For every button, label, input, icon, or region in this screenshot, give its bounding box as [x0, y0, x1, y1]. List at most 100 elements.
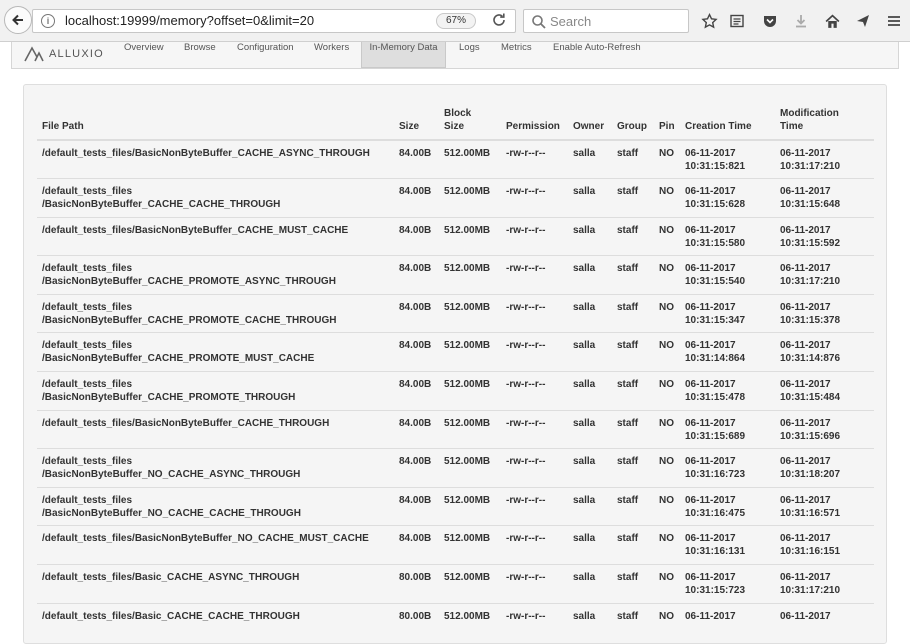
- search-bar[interactable]: Search: [523, 9, 689, 33]
- block-size-cell: 512.00MB: [439, 255, 501, 295]
- pin-cell: NO: [654, 293, 680, 333]
- size-cell: 80.00B: [394, 602, 439, 642]
- table-row: /default_tests_files/BasicNonByteBuffer_…: [37, 371, 874, 411]
- modification-time-cell: 06-11-2017 10:31:14:876: [775, 332, 874, 372]
- pin-cell: NO: [654, 448, 680, 488]
- creation-time-cell: 06-11-2017 10:31:15:478: [680, 371, 775, 411]
- nav-logs[interactable]: Logs: [459, 42, 480, 68]
- owner-cell: salla: [568, 178, 612, 218]
- header-pin: Pin: [654, 107, 680, 141]
- table-row: /default_tests_files/BasicNonByteBuffer_…: [37, 332, 874, 372]
- group-cell: staff: [612, 255, 654, 295]
- home-icon[interactable]: [822, 11, 842, 31]
- permission-cell: -rw-r--r--: [501, 448, 568, 488]
- header-size: Size: [394, 107, 439, 141]
- nav-in-memory-data[interactable]: In-Memory Data: [361, 42, 446, 68]
- permission-cell: -rw-r--r--: [501, 486, 568, 526]
- modification-time-cell: 06-11-2017 10:31:15:648: [775, 178, 874, 218]
- header-creation-time: Creation Time: [680, 107, 775, 141]
- size-cell: 84.00B: [394, 178, 439, 218]
- memory-data-panel: File Path Size Block Size Permission Owne…: [23, 84, 887, 644]
- pin-cell: NO: [654, 332, 680, 372]
- download-icon[interactable]: [791, 11, 811, 31]
- pin-cell: NO: [654, 139, 680, 179]
- file-path-cell: /default_tests_files/BasicNonByteBuffer_…: [37, 371, 394, 411]
- creation-time-cell: 06-11-2017: [680, 602, 775, 642]
- send-tab-icon[interactable]: [853, 11, 873, 31]
- pocket-icon[interactable]: [760, 11, 780, 31]
- pin-cell: NO: [654, 602, 680, 642]
- file-path-cell: /default_tests_files/Basic_CACHE_CACHE_T…: [37, 602, 394, 642]
- back-button[interactable]: [4, 6, 32, 34]
- block-size-cell: 512.00MB: [439, 448, 501, 488]
- owner-cell: salla: [568, 371, 612, 411]
- info-icon[interactable]: i: [41, 14, 55, 28]
- creation-time-cell: 06-11-2017 10:31:15:689: [680, 409, 775, 449]
- file-path-cell: /default_tests_files/BasicNonByteBuffer_…: [37, 216, 394, 256]
- creation-time-cell: 06-11-2017 10:31:15:347: [680, 293, 775, 333]
- block-size-cell: 512.00MB: [439, 139, 501, 179]
- file-path-cell: /default_tests_files/BasicNonByteBuffer_…: [37, 332, 394, 372]
- modification-time-cell: 06-11-2017 10:31:17:210: [775, 139, 874, 179]
- url-text: localhost:19999/memory?offset=0&limit=20: [65, 13, 315, 28]
- search-placeholder: Search: [550, 14, 592, 29]
- size-cell: 84.00B: [394, 486, 439, 526]
- permission-cell: -rw-r--r--: [501, 409, 568, 449]
- owner-cell: salla: [568, 602, 612, 642]
- reload-icon[interactable]: [489, 12, 509, 32]
- nav-metrics[interactable]: Metrics: [501, 42, 532, 68]
- bookmark-star-icon[interactable]: [699, 11, 719, 31]
- permission-cell: -rw-r--r--: [501, 216, 568, 256]
- block-size-cell: 512.00MB: [439, 216, 501, 256]
- app-navbar: ALLUXIO Overview Browse Configuration Wo…: [11, 42, 899, 69]
- table-header-row: File Path Size Block Size Permission Owne…: [37, 107, 874, 141]
- modification-time-cell: 06-11-2017: [775, 602, 874, 642]
- modification-time-cell: 06-11-2017 10:31:15:378: [775, 293, 874, 333]
- permission-cell: -rw-r--r--: [501, 293, 568, 333]
- size-cell: 80.00B: [394, 564, 439, 604]
- nav-enable-auto-refresh[interactable]: Enable Auto-Refresh: [553, 42, 641, 68]
- group-cell: staff: [612, 409, 654, 449]
- nav-configuration[interactable]: Configuration: [237, 42, 294, 68]
- file-path-cell: /default_tests_files/BasicNonByteBuffer_…: [37, 525, 394, 565]
- group-cell: staff: [612, 371, 654, 411]
- pin-cell: NO: [654, 525, 680, 565]
- alluxio-brand[interactable]: ALLUXIO: [24, 46, 104, 62]
- nav-overview[interactable]: Overview: [124, 42, 164, 68]
- size-cell: 84.00B: [394, 255, 439, 295]
- modification-time-cell: 06-11-2017 10:31:16:151: [775, 525, 874, 565]
- permission-cell: -rw-r--r--: [501, 602, 568, 642]
- group-cell: staff: [612, 564, 654, 604]
- size-cell: 84.00B: [394, 293, 439, 333]
- nav-browse[interactable]: Browse: [184, 42, 216, 68]
- nav-workers[interactable]: Workers: [314, 42, 349, 68]
- owner-cell: salla: [568, 332, 612, 372]
- block-size-cell: 512.00MB: [439, 371, 501, 411]
- zoom-badge[interactable]: 67%: [436, 13, 476, 29]
- table-row: /default_tests_files/Basic_CACHE_ASYNC_T…: [37, 564, 874, 604]
- block-size-cell: 512.00MB: [439, 178, 501, 218]
- group-cell: staff: [612, 293, 654, 333]
- block-size-cell: 512.00MB: [439, 602, 501, 642]
- pin-cell: NO: [654, 216, 680, 256]
- group-cell: staff: [612, 602, 654, 642]
- url-bar[interactable]: i localhost:19999/memory?offset=0&limit=…: [32, 9, 516, 33]
- file-path-cell: /default_tests_files/BasicNonByteBuffer_…: [37, 255, 394, 295]
- table-row: /default_tests_files/BasicNonByteBuffer_…: [37, 409, 874, 449]
- owner-cell: salla: [568, 448, 612, 488]
- block-size-cell: 512.00MB: [439, 486, 501, 526]
- permission-cell: -rw-r--r--: [501, 178, 568, 218]
- permission-cell: -rw-r--r--: [501, 255, 568, 295]
- file-path-cell: /default_tests_files/Basic_CACHE_ASYNC_T…: [37, 564, 394, 604]
- menu-icon[interactable]: [884, 11, 904, 31]
- group-cell: staff: [612, 178, 654, 218]
- in-memory-files-table: File Path Size Block Size Permission Owne…: [37, 107, 874, 642]
- reader-list-icon[interactable]: [727, 11, 747, 31]
- table-row: /default_tests_files/BasicNonByteBuffer_…: [37, 216, 874, 256]
- size-cell: 84.00B: [394, 448, 439, 488]
- permission-cell: -rw-r--r--: [501, 525, 568, 565]
- creation-time-cell: 06-11-2017 10:31:16:131: [680, 525, 775, 565]
- browser-toolbar: i localhost:19999/memory?offset=0&limit=…: [0, 0, 910, 42]
- creation-time-cell: 06-11-2017 10:31:14:864: [680, 332, 775, 372]
- block-size-cell: 512.00MB: [439, 332, 501, 372]
